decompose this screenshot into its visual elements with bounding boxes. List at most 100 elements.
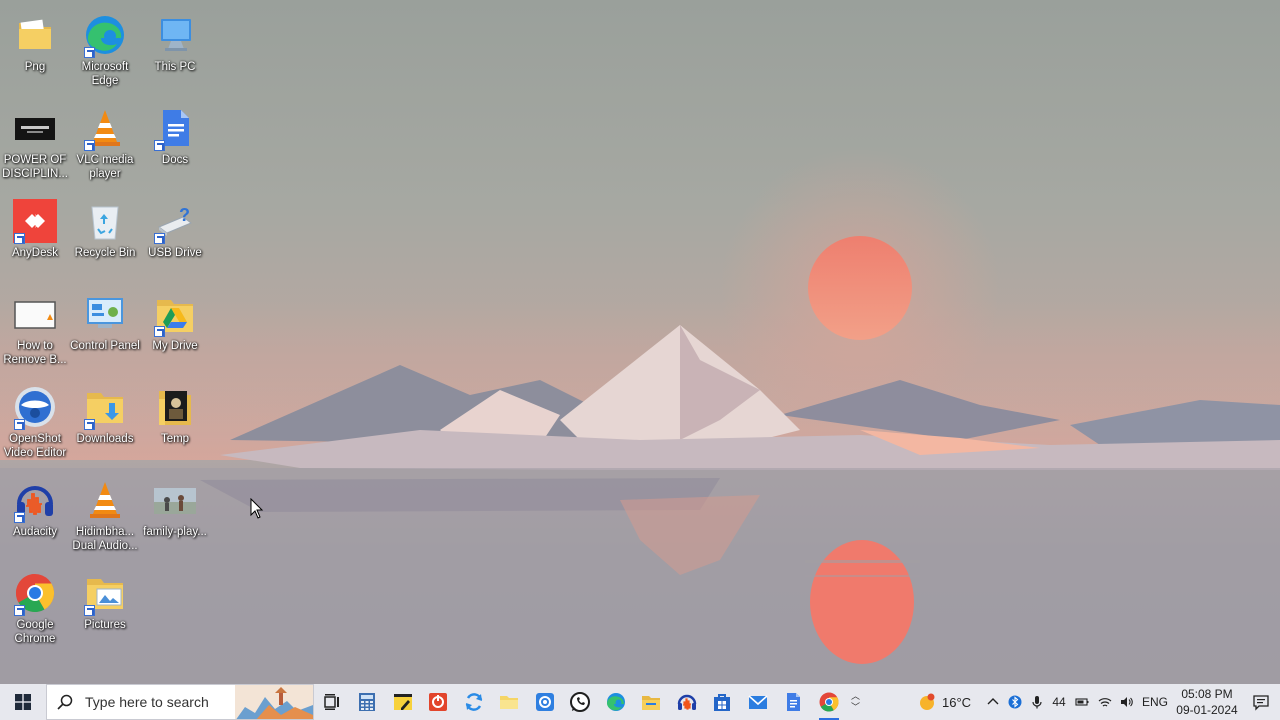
desktop-icon-how-to-remove[interactable]: How to Remove B... [0,285,70,375]
search-highlight-image [235,685,313,719]
google-docs-icon [152,105,198,151]
desktop-icon-family-play[interactable]: family-play... [140,471,210,561]
desktop-icon-label: Temp [160,433,190,445]
microphone-tray-button[interactable] [1026,684,1048,720]
taskbar-overflow-scroll[interactable]: ︿ ﹀ [847,684,865,720]
chevron-up-icon [987,698,999,705]
desktop-icon-label: Audacity [12,526,58,538]
mail-icon [748,695,768,709]
desktop-icon-label: USB Drive [148,247,202,259]
desktop-icon-anydesk[interactable]: AnyDesk [0,192,70,282]
volume-tray-button[interactable] [1116,684,1138,720]
recycle-bin-icon [82,198,128,244]
desktop-icon-label: Recycle Bin [74,247,136,259]
desktop-icon-openshot[interactable]: OpenShot Video Editor [0,378,70,468]
sync-icon [465,693,482,711]
desktop-icon-temp[interactable]: Temp [140,378,210,468]
desktop-icon-label: My Drive [152,340,198,352]
taskbar-task-view[interactable] [314,684,350,720]
desktop-icon-downloads[interactable]: Downloads [70,378,140,468]
taskbar-file-explorer-yellow[interactable] [492,684,528,720]
record-icon [535,693,554,711]
notification-icon [1253,695,1269,711]
desktop-icon-png[interactable]: Png [0,6,70,96]
search-input[interactable] [83,693,237,711]
desktop-icon-label: Microsoft Edge [81,61,129,87]
desktop-icon-label: POWER OF DISCIPLIN... [2,154,68,180]
desktop-icon-google-chrome[interactable]: Google Chrome [0,564,70,654]
edge-icon [606,693,625,711]
desktop-icon-power-of-discipline[interactable]: POWER OF DISCIPLIN... [0,99,70,189]
desktop-icon-label: Control Panel [70,340,140,352]
taskbar-store[interactable] [705,684,741,720]
tray-volume-level[interactable]: 44 [1048,684,1070,720]
network-tray-button[interactable] [1094,684,1116,720]
desktop-icon-recycle-bin[interactable]: Recycle Bin [70,192,140,282]
downloads-folder-icon [82,384,128,430]
taskbar-clock[interactable]: 05:08 PM 09-01-2024 [1172,684,1242,720]
desktop-icon-audacity[interactable]: Audacity [0,471,70,561]
action-center-button[interactable] [1242,684,1280,720]
input-language-indicator[interactable]: ENG [1138,684,1172,720]
task-view-icon [324,694,339,710]
desktop-icon-docs[interactable]: Docs [140,99,210,189]
office-icon [429,693,448,711]
wifi-icon [1098,698,1112,707]
desktop-icon-hidimbha[interactable]: Hidimbha... Dual Audio... [70,471,140,561]
taskbar-screen-recorder[interactable] [527,684,563,720]
sticky-notes-icon [393,694,412,710]
anydesk-icon [12,198,58,244]
taskbar-file-explorer[interactable] [634,684,670,720]
desktop-icon-my-drive[interactable]: My Drive [140,285,210,375]
search-icon [57,694,73,710]
whatsapp-icon [570,692,591,712]
desktop-icon-control-panel[interactable]: Control Panel [70,285,140,375]
mouse-cursor-icon [250,498,264,519]
folder-icon [500,696,519,709]
taskbar-calculator[interactable] [350,684,386,720]
desktop[interactable]: Png Microsoft Edge This PC POWER OF DISC… [0,0,1280,684]
chrome-icon [819,692,839,712]
taskbar-sync[interactable] [456,684,492,720]
clock-date: 09-01-2024 [1176,703,1238,717]
google-drive-folder-icon [152,291,198,337]
computer-icon [152,12,198,58]
taskbar-mail[interactable] [740,684,776,720]
desktop-icon-label: Google Chrome [14,619,56,645]
pictures-folder-icon [82,570,128,616]
show-hidden-icons-button[interactable] [982,684,1004,720]
vlc-icon [82,105,128,151]
battery-icon [1075,698,1089,706]
desktop-icon-label: How to Remove B... [3,340,67,366]
taskbar-chrome[interactable] [811,684,847,720]
weather-widget[interactable]: 16°C [910,684,982,720]
taskbar-sticky-notes[interactable] [385,684,421,720]
taskbar-audacity[interactable] [669,684,705,720]
image-thumbnail-icon [152,477,198,523]
battery-tray-button[interactable] [1070,684,1094,720]
desktop-icon-this-pc[interactable]: This PC [140,6,210,96]
desktop-icon-label: Downloads [76,433,134,445]
taskbar-office[interactable] [421,684,457,720]
chevron-up-icon[interactable]: ︿ [851,691,860,702]
folder-icon [12,12,58,58]
taskbar-search-box[interactable] [46,684,314,720]
desktop-icon-vlc[interactable]: VLC media player [70,99,140,189]
desktop-icon-usb-drive[interactable]: ? USB Drive [140,192,210,282]
chevron-down-icon[interactable]: ﹀ [851,702,860,713]
vlc-icon [82,477,128,523]
bluetooth-tray-button[interactable] [1004,684,1026,720]
desktop-icon-microsoft-edge[interactable]: Microsoft Edge [70,6,140,96]
edge-icon [82,12,128,58]
system-tray: 16°C 44 ENG 05:08 PM 09-01-2024 [910,684,1280,720]
taskbar-docs[interactable] [776,684,812,720]
video-thumbnail-icon [12,105,58,151]
audacity-icon [12,477,58,523]
bluetooth-icon [1008,695,1022,709]
desktop-icon-label: Docs [161,154,189,166]
start-button[interactable] [0,684,46,720]
desktop-icon-label: AnyDesk [11,247,59,259]
taskbar-edge[interactable] [598,684,634,720]
taskbar-whatsapp[interactable] [563,684,599,720]
desktop-icon-pictures[interactable]: Pictures [70,564,140,654]
